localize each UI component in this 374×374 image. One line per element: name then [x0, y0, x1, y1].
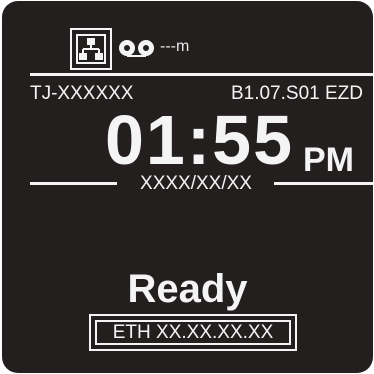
printer-lcd: ---m TJ-XXXXXX B1.07.S01 EZD 01:55 PM XX… — [0, 0, 374, 374]
clock-date: XXXX/XX/XX — [140, 173, 252, 194]
network-icon — [70, 28, 112, 70]
printer-status: Ready — [127, 267, 248, 311]
network-address-frame: ETH XX.XX.XX.XX — [95, 320, 291, 345]
ribbon-remaining: ---m — [160, 38, 190, 55]
network-address-box: ETH XX.XX.XX.XX — [89, 314, 297, 351]
header-divider — [30, 73, 373, 76]
lcd-screen: ---m TJ-XXXXXX B1.07.S01 EZD 01:55 PM XX… — [2, 1, 373, 373]
clock-time: 01:55 — [105, 101, 295, 179]
date-divider-right — [274, 182, 373, 185]
ribbon-icon — [117, 37, 157, 59]
network-address: ETH XX.XX.XX.XX — [112, 321, 274, 343]
date-divider-left — [30, 182, 117, 185]
clock-ampm: PM — [303, 141, 354, 179]
